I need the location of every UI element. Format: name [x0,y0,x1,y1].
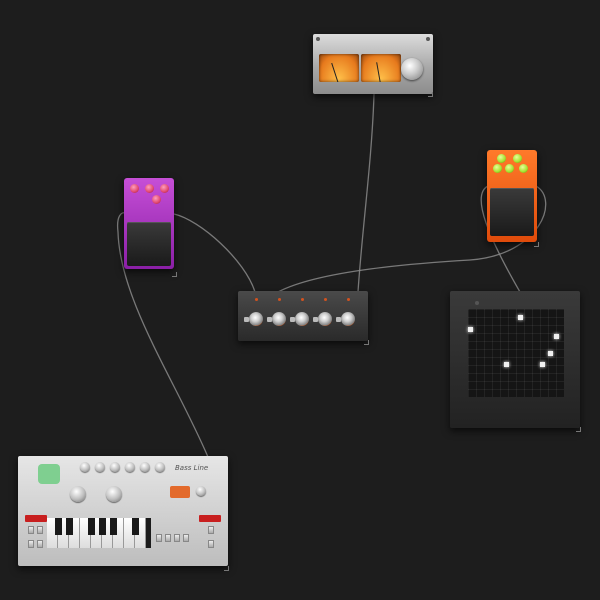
pedal-knob[interactable] [505,164,514,173]
channel-led [255,298,258,301]
pad-point[interactable] [548,351,553,356]
pedal-knob[interactable] [152,195,161,204]
synth-keyboard[interactable] [47,518,151,548]
black-key[interactable] [99,518,106,535]
pad-point[interactable] [540,362,545,367]
pad-point[interactable] [518,315,523,320]
track-knob[interactable] [106,486,122,502]
synth-button[interactable] [28,526,34,534]
synth-logo-icon [38,464,60,484]
pedal-knob[interactable] [497,154,506,163]
synth-knob[interactable] [95,462,105,472]
cable-purple-to-mixer[interactable] [173,213,256,293]
synth-button[interactable] [156,534,162,542]
black-key[interactable] [55,518,62,535]
channel-led [301,298,304,301]
channel-4-knob[interactable] [318,312,332,326]
channel-led [278,298,281,301]
xy-pad-module[interactable] [450,291,580,428]
vu-gain-knob[interactable] [401,58,423,80]
synth-button[interactable] [37,526,43,534]
channel-5-knob[interactable] [341,312,355,326]
black-key[interactable] [66,518,73,535]
channel-3-knob[interactable] [295,312,309,326]
pedal-knob[interactable] [130,184,139,193]
screw [426,37,430,41]
synth-knob[interactable] [140,462,150,472]
synth-knob[interactable] [125,462,135,472]
cable-vu-to-mixer[interactable] [357,93,375,293]
xy-pad-surface[interactable] [468,309,564,397]
screw [316,37,320,41]
synth-knob[interactable] [110,462,120,472]
resize-handle[interactable] [576,427,581,432]
vu-meter-module[interactable] [313,34,433,94]
resize-handle[interactable] [224,566,229,571]
resize-handle[interactable] [534,242,539,247]
right-vu-meter [361,54,401,82]
synth-knob[interactable] [80,462,90,472]
synth-title: Bass Line [175,464,209,472]
resize-handle[interactable] [364,340,369,345]
pad-point[interactable] [504,362,509,367]
orange-effect-pedal[interactable] [487,150,537,242]
mixer-module[interactable] [238,291,368,341]
red-label [25,515,47,522]
left-vu-meter [319,54,359,82]
pedal-footswitch[interactable] [127,222,171,266]
pedal-knob[interactable] [160,184,169,193]
patch-canvas[interactable]: Bass Line [0,0,600,600]
synth-button[interactable] [165,534,171,542]
channel-led [347,298,350,301]
channel-2-knob[interactable] [272,312,286,326]
pedal-knob[interactable] [519,164,528,173]
heart-logo-icon [170,486,190,498]
red-label [199,515,221,522]
pad-point[interactable] [554,334,559,339]
synth-button[interactable] [28,540,34,548]
channel-1-knob[interactable] [249,312,263,326]
pedal-knob[interactable] [493,164,502,173]
pedal-knob[interactable] [145,184,154,193]
pedal-footswitch[interactable] [490,188,534,236]
synth-button[interactable] [208,526,214,534]
synth-button[interactable] [37,540,43,548]
resize-handle[interactable] [172,272,177,277]
synth-button[interactable] [183,534,189,542]
bass-line-synth-module[interactable]: Bass Line [18,456,228,566]
black-key[interactable] [132,518,139,535]
black-key[interactable] [88,518,95,535]
purple-effect-pedal[interactable] [124,178,174,269]
volume-knob[interactable] [196,486,206,496]
synth-button[interactable] [174,534,180,542]
synth-button[interactable] [208,540,214,548]
pad-mode-button[interactable] [475,301,479,305]
pad-point[interactable] [468,327,473,332]
tempo-knob[interactable] [70,486,86,502]
pedal-knob[interactable] [513,154,522,163]
channel-led [324,298,327,301]
synth-knob[interactable] [155,462,165,472]
resize-handle[interactable] [428,92,433,97]
black-key[interactable] [110,518,117,535]
